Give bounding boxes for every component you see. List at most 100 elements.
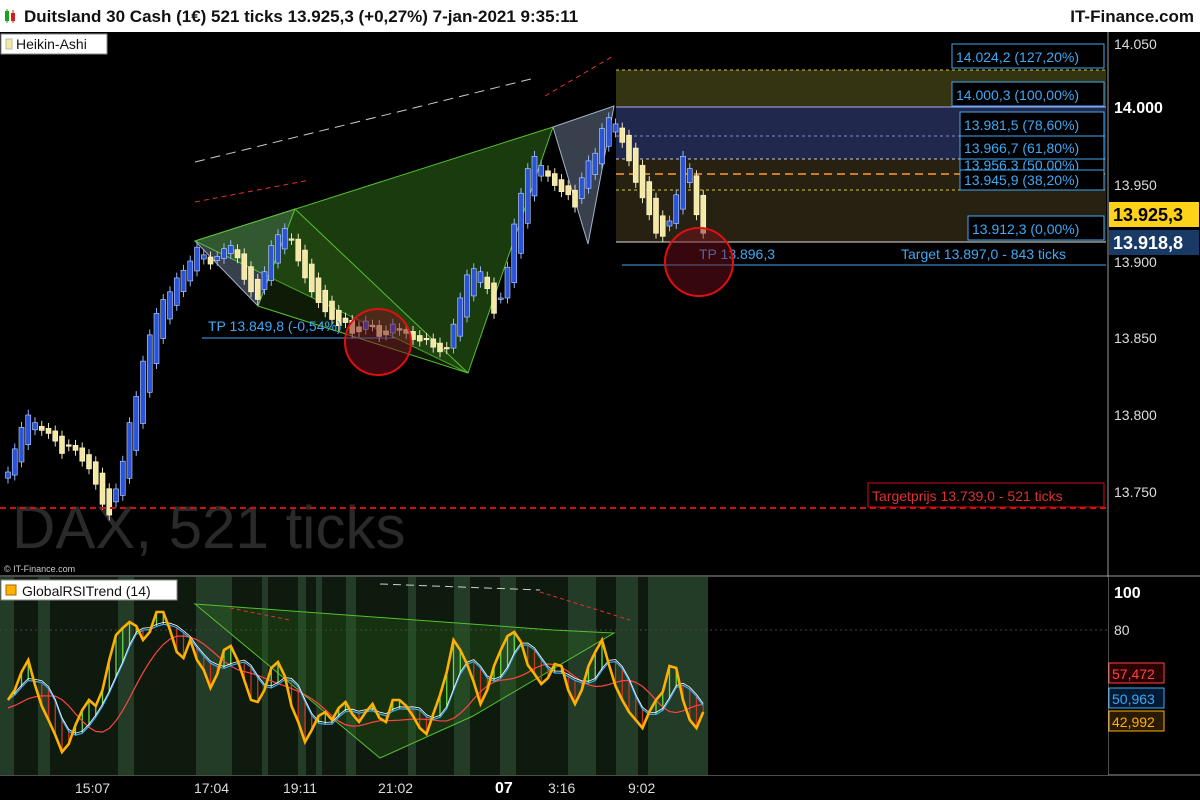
candle-body xyxy=(464,274,470,318)
candle-body xyxy=(497,297,504,300)
current-price: 13.925,3 xyxy=(1113,205,1183,225)
candle-body xyxy=(281,228,288,250)
fib-label-100: 14.000,3 (100,00%) xyxy=(956,87,1079,103)
price-chart[interactable]: DAX, 521 ticks © IT-Finance.com TP 13.84… xyxy=(0,32,1200,800)
candle-body xyxy=(295,238,302,262)
time-tick: 21:02 xyxy=(378,780,413,796)
candle-body xyxy=(234,249,241,259)
candle-body xyxy=(605,117,612,147)
candle-body xyxy=(140,360,146,424)
candle-body xyxy=(72,444,79,451)
candle-body xyxy=(673,194,680,224)
fib-label-0: 13.912,3 (0,00%) xyxy=(972,221,1079,237)
candle-body xyxy=(592,152,599,175)
rsi-trend-band xyxy=(118,577,134,775)
candle-body xyxy=(599,128,605,165)
price-tick: 14.050 xyxy=(1114,36,1157,52)
time-axis: 15:07 17:04 19:11 21:02 07 3:16 9:02 xyxy=(75,780,655,797)
rsi-value-lower: 42,992 xyxy=(1112,714,1155,730)
brand-name: IT-Finance.com xyxy=(1070,7,1194,26)
candle-body xyxy=(578,177,585,199)
candle-body xyxy=(457,297,464,337)
candle-body xyxy=(329,300,335,320)
candle-body xyxy=(227,245,234,254)
candle-body xyxy=(79,447,86,462)
candle-body xyxy=(241,253,248,280)
rsi-label: GlobalRSITrend (14) xyxy=(22,583,151,599)
candle-body xyxy=(315,277,322,303)
price-tick: 13.750 xyxy=(1114,484,1157,500)
candle-body xyxy=(194,246,200,272)
candle-body xyxy=(477,271,484,283)
candle-body xyxy=(187,260,194,282)
candle-body xyxy=(65,444,72,447)
candle-body xyxy=(632,147,639,183)
candle-body xyxy=(173,277,180,306)
candle-body xyxy=(5,471,11,479)
tp-label-left: TP 13.849,8 (-0,54%) xyxy=(208,318,342,334)
candle-body xyxy=(221,248,227,259)
candle-body xyxy=(113,488,119,503)
candle-body xyxy=(639,164,646,199)
time-tick: 3:16 xyxy=(548,780,575,796)
candle-body xyxy=(470,268,477,297)
candle-body xyxy=(450,323,457,349)
candle-body xyxy=(268,245,275,281)
rsi-value-upper: 57,472 xyxy=(1112,666,1155,682)
fib-label-618: 13.966,7 (61,80%) xyxy=(964,140,1079,156)
candle-body xyxy=(38,425,45,431)
price-tick: 13.850 xyxy=(1114,330,1157,346)
candle-body xyxy=(437,342,443,353)
candle-body xyxy=(59,435,65,454)
candle-body xyxy=(524,168,531,224)
candle-body xyxy=(646,181,653,216)
candle-body xyxy=(551,173,558,186)
candle-body xyxy=(666,220,673,227)
candle-body xyxy=(686,168,693,184)
price-tick: 14.000 xyxy=(1114,100,1163,117)
candlestick-icon xyxy=(5,9,15,23)
candle-body xyxy=(416,335,423,342)
price-tick: 13.800 xyxy=(1114,407,1157,423)
candle-body xyxy=(52,430,59,442)
fib-label-382: 13.945,9 (38,20%) xyxy=(964,172,1079,188)
candle-body xyxy=(531,155,538,197)
target-label: Target 13.897,0 - 843 ticks xyxy=(901,246,1066,262)
price-tick: 13.900 xyxy=(1114,254,1157,270)
candle-body xyxy=(572,189,578,208)
candle-body xyxy=(443,347,450,350)
candle-body xyxy=(126,422,133,479)
candle-body xyxy=(558,179,565,192)
candle-body xyxy=(653,197,659,234)
candle-body xyxy=(545,170,551,177)
candle-body xyxy=(275,234,281,264)
rsi-tick-80: 80 xyxy=(1114,622,1130,638)
second-price: 13.918,8 xyxy=(1113,233,1183,253)
candle-body xyxy=(248,266,254,293)
rsi-trend-band xyxy=(568,577,596,775)
watermark: DAX, 521 ticks xyxy=(12,494,406,561)
targetprijs-label: Targetprijs 13.739,0 - 521 ticks xyxy=(872,488,1063,504)
candle-body xyxy=(106,488,113,516)
candle-body xyxy=(565,185,572,196)
candle-body xyxy=(45,428,52,434)
candle-body xyxy=(99,472,106,505)
candle-body xyxy=(322,289,329,313)
candle-body xyxy=(511,223,518,283)
time-tick: 17:04 xyxy=(194,780,229,796)
candle-body xyxy=(18,427,25,463)
candle-body xyxy=(146,334,153,393)
tp-circle-right xyxy=(664,227,734,297)
time-tick: 19:11 xyxy=(283,780,317,796)
candle-body xyxy=(342,317,349,323)
indicator-label: Heikin-Ashi xyxy=(16,36,87,52)
candle-body xyxy=(491,282,497,314)
candle-body xyxy=(430,338,437,348)
candle-body xyxy=(180,269,187,292)
candle-body xyxy=(484,276,491,290)
candle-body xyxy=(518,192,524,254)
tp-circle-left xyxy=(344,308,412,376)
chart-title: Duitsland 30 Cash (1€) 521 ticks 13.925,… xyxy=(24,7,579,26)
candle-body xyxy=(659,215,666,237)
rsi-trend-band xyxy=(0,577,14,775)
